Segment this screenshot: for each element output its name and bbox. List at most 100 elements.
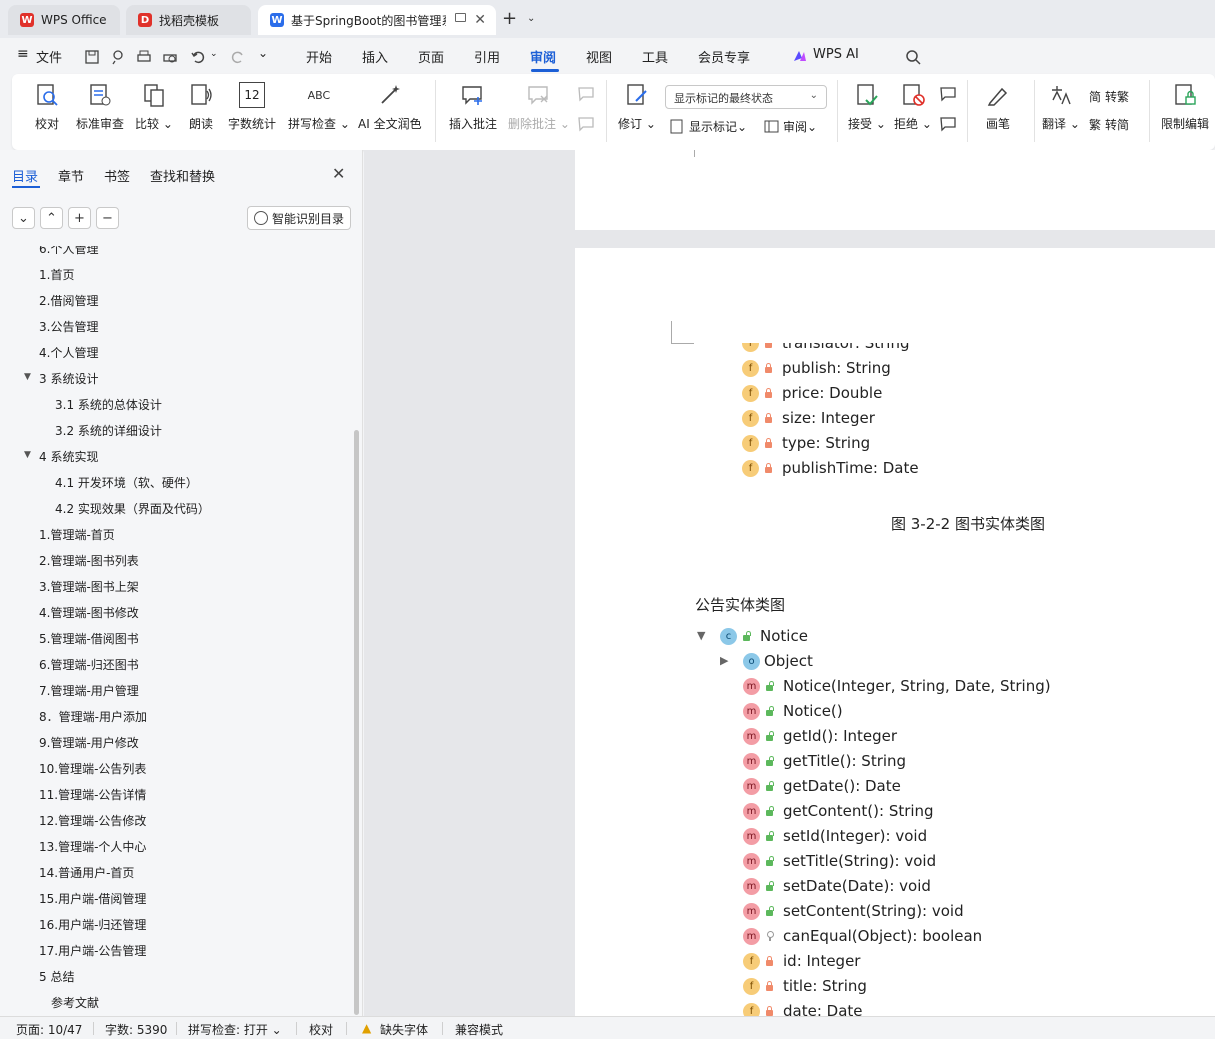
menu-file[interactable]: 文件	[36, 47, 62, 66]
toc-item[interactable]: 4.管理端-图书修改	[39, 604, 139, 621]
toc-item[interactable]: 4 系统实现	[39, 448, 98, 465]
close-icon[interactable]: ✕	[332, 164, 345, 183]
toc-item[interactable]: 3.2 系统的详细设计	[55, 422, 162, 439]
toc-item[interactable]: 15.用户端-借阅管理	[39, 890, 146, 907]
compare-button[interactable]: 比较 ⌄	[135, 82, 173, 132]
toc-item[interactable]: 11.管理端-公告详情	[39, 786, 146, 803]
toc-item[interactable]: 10.管理端-公告列表	[39, 760, 146, 777]
hamburger-menu-icon[interactable]: ≡	[17, 46, 29, 62]
menu-start[interactable]: 开始	[306, 47, 332, 66]
proofread-status[interactable]: 校对	[309, 1021, 333, 1038]
reject-button[interactable]: 拒绝 ⌄	[894, 82, 932, 132]
previous-change-icon[interactable]	[939, 86, 957, 102]
print-preview-icon[interactable]	[162, 49, 178, 65]
redo-icon[interactable]	[230, 49, 246, 65]
toc-item[interactable]: 2.借阅管理	[39, 292, 98, 309]
markup-state-select[interactable]: 显示标记的最终状态 ⌄	[665, 85, 827, 109]
tab-chapters[interactable]: 章节	[58, 166, 84, 185]
menu-view[interactable]: 视图	[586, 47, 612, 66]
toc-item[interactable]: 3 系统设计	[39, 370, 98, 387]
close-icon[interactable]: ✕	[474, 12, 486, 28]
tab-docer-templates[interactable]: D 找稻壳模板	[126, 5, 251, 35]
toc-item[interactable]: 16.用户端-归还管理	[39, 916, 146, 933]
toc-item[interactable]: 3.1 系统的总体设计	[55, 396, 162, 413]
next-comment-icon[interactable]	[577, 116, 595, 132]
toc-item[interactable]: 3.公告管理	[39, 318, 98, 335]
undo-dropdown-icon[interactable]: ⌄	[210, 49, 218, 59]
more-dropdown-icon[interactable]: ⌄	[258, 46, 268, 60]
read-aloud-button[interactable]: 朗读	[188, 82, 214, 132]
insert-comment-button[interactable]: 插入批注	[449, 82, 497, 132]
to-traditional-button[interactable]: 简转繁	[1089, 88, 1129, 105]
toc-item[interactable]: 4.个人管理	[39, 344, 98, 361]
menu-page[interactable]: 页面	[418, 47, 444, 66]
toc-item[interactable]: 1.首页	[39, 266, 74, 283]
pen-button[interactable]: 画笔	[985, 82, 1011, 132]
page-indicator[interactable]: 页面: 10/47	[16, 1021, 82, 1038]
restrict-editing-button[interactable]: 限制编辑	[1161, 82, 1209, 132]
chevron-down-icon[interactable]: ⌄	[527, 13, 535, 24]
tab-find-replace[interactable]: 查找和替换	[150, 166, 215, 185]
word-count-button[interactable]: 12 字数统计	[228, 82, 276, 132]
toc-item[interactable]: 3.管理端-图书上架	[39, 578, 139, 595]
monitor-icon[interactable]	[455, 13, 466, 22]
toc-item[interactable]: 5 总结	[39, 968, 74, 985]
ai-polish-button[interactable]: AI 全文润色	[358, 82, 422, 132]
expand-up-button[interactable]: ⌃	[40, 207, 63, 229]
spell-check-button[interactable]: ABC 拼写检查 ⌄	[288, 82, 350, 132]
toc-item[interactable]: 14.普通用户-首页	[39, 864, 134, 881]
toc-item[interactable]: 12.管理端-公告修改	[39, 812, 146, 829]
word-count-status[interactable]: 字数: 5390	[105, 1021, 167, 1038]
menu-insert[interactable]: 插入	[362, 47, 388, 66]
tab-wps-office[interactable]: W WPS Office	[8, 5, 120, 35]
accept-button[interactable]: 接受 ⌄	[848, 82, 886, 132]
proofread-button[interactable]: 校对	[34, 82, 60, 132]
toc-item[interactable]: 6.管理端-归还图书	[39, 656, 139, 673]
track-changes-button[interactable]: 修订 ⌄	[618, 82, 656, 132]
tab-document[interactable]: W 基于SpringBoot的图书管理系 ✕	[258, 5, 496, 35]
toc-item[interactable]: 5.管理端-借阅图书	[39, 630, 139, 647]
toc-item[interactable]: 8．管理端-用户添加	[39, 708, 147, 725]
undo-icon[interactable]	[190, 49, 206, 65]
track-changes-label: 修订 ⌄	[618, 117, 656, 131]
toc-item[interactable]: 4.1 开发环境（软、硬件）	[55, 474, 198, 491]
delete-comment-button[interactable]: 删除批注 ⌄	[508, 82, 570, 132]
toc-item[interactable]: 9.管理端-用户修改	[39, 734, 139, 751]
toc-item[interactable]: 13.管理端-个人中心	[39, 838, 146, 855]
add-heading-button[interactable]: +	[68, 207, 91, 229]
toc-item[interactable]: 7.管理端-用户管理	[39, 682, 139, 699]
toc-item[interactable]: 6.个人管理	[39, 246, 98, 257]
print-icon[interactable]	[136, 49, 152, 65]
smart-toc-button[interactable]: 智能识别目录	[247, 206, 351, 230]
tab-bookmarks[interactable]: 书签	[104, 166, 130, 185]
menu-tools[interactable]: 工具	[642, 47, 668, 66]
toc-item[interactable]: 4.2 实现效果（界面及代码）	[55, 500, 210, 517]
standard-review-button[interactable]: 标准审查	[76, 82, 124, 132]
collapse-all-button[interactable]: ⌄	[12, 207, 35, 229]
previous-comment-icon[interactable]	[577, 86, 595, 102]
translate-button[interactable]: 翻译 ⌄	[1042, 82, 1080, 132]
toc-collapse-arrow-icon[interactable]: ▼	[24, 450, 31, 460]
to-simplified-button[interactable]: 繁转简	[1089, 116, 1129, 133]
next-change-icon[interactable]	[939, 116, 957, 132]
review-pane-button[interactable]: 审阅 ⌄	[764, 118, 817, 135]
share-icon[interactable]	[110, 49, 126, 65]
show-markup-button[interactable]: 显示标记 ⌄	[670, 118, 747, 135]
toc-item[interactable]: 2.管理端-图书列表	[39, 552, 139, 569]
missing-font-status[interactable]: 缺失字体	[380, 1021, 428, 1038]
toc-item[interactable]: 17.用户端-公告管理	[39, 942, 146, 959]
spell-check-status[interactable]: 拼写检查: 打开 ⌄	[188, 1021, 282, 1038]
toc-item[interactable]: 1.管理端-首页	[39, 526, 115, 543]
search-icon[interactable]	[905, 49, 921, 65]
remove-heading-button[interactable]: −	[96, 207, 119, 229]
menu-wps-ai[interactable]: WPS AI	[813, 47, 859, 62]
tab-toc[interactable]: 目录	[12, 166, 38, 185]
menu-member[interactable]: 会员专享	[698, 47, 750, 66]
toc-item[interactable]: 参考文献	[51, 994, 99, 1011]
menu-review[interactable]: 审阅	[530, 47, 556, 66]
toc-scrollbar[interactable]	[354, 430, 359, 1015]
menu-references[interactable]: 引用	[474, 47, 500, 66]
toc-collapse-arrow-icon[interactable]: ▼	[24, 372, 31, 382]
save-icon[interactable]	[84, 49, 100, 65]
new-tab-plus-icon[interactable]: +	[502, 8, 517, 29]
